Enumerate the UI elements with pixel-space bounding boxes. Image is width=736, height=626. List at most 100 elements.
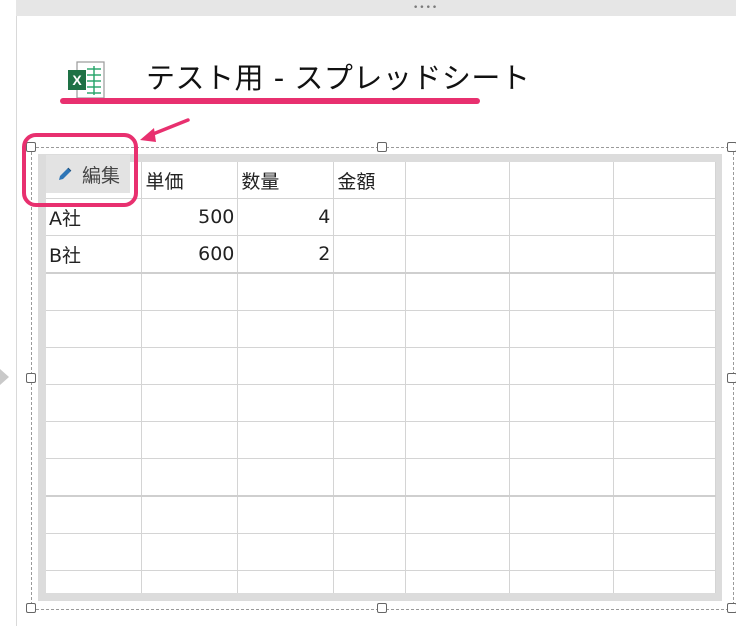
- table-cell[interactable]: [613, 496, 716, 534]
- table-cell[interactable]: [237, 421, 335, 459]
- table-cell[interactable]: [613, 198, 716, 236]
- table-cell[interactable]: [613, 421, 716, 459]
- table-cell[interactable]: [237, 273, 335, 311]
- table-cell[interactable]: [46, 496, 143, 534]
- table-cell[interactable]: [509, 310, 615, 348]
- table-cell[interactable]: [141, 496, 239, 534]
- table-cell[interactable]: [509, 273, 615, 311]
- table-cell[interactable]: 金額: [333, 162, 407, 199]
- table-cell[interactable]: [46, 533, 143, 571]
- table-cell[interactable]: [509, 458, 615, 497]
- table-cell[interactable]: [509, 198, 615, 236]
- table-cell[interactable]: 単価: [141, 162, 239, 199]
- table-cell[interactable]: [141, 533, 239, 571]
- table-cell[interactable]: [333, 421, 407, 459]
- table-cell[interactable]: [141, 570, 239, 593]
- table-cell[interactable]: [46, 384, 143, 422]
- table-cell[interactable]: [141, 273, 239, 311]
- table-cell[interactable]: [46, 310, 143, 348]
- side-expand-arrow-icon[interactable]: [0, 369, 9, 385]
- edit-button-highlight: [22, 133, 138, 207]
- table-row: [46, 347, 716, 385]
- title-highlight-underline: [60, 98, 480, 104]
- table-cell[interactable]: [141, 310, 239, 348]
- table-cell[interactable]: [613, 347, 716, 385]
- table-cell[interactable]: 500: [141, 198, 239, 236]
- table-cell[interactable]: [405, 570, 511, 593]
- table-cell[interactable]: [46, 347, 143, 385]
- table-cell[interactable]: [333, 384, 407, 422]
- table-cell[interactable]: [333, 347, 407, 385]
- table-cell[interactable]: [405, 533, 511, 571]
- table-cell[interactable]: B社: [46, 235, 143, 274]
- table-row: B社 600 2: [46, 235, 716, 274]
- table-cell[interactable]: 600: [141, 235, 239, 274]
- table-row: [46, 421, 716, 459]
- table-cell[interactable]: [333, 198, 407, 236]
- table-cell[interactable]: [405, 162, 511, 199]
- resize-handle-middle-right[interactable]: [727, 373, 736, 383]
- top-drag-bar[interactable]: ••••: [16, 0, 736, 16]
- resize-handle-middle-left[interactable]: [26, 373, 36, 383]
- table-cell[interactable]: [333, 533, 407, 571]
- table-cell[interactable]: [613, 235, 716, 274]
- table-cell[interactable]: [237, 533, 335, 571]
- table-cell[interactable]: [509, 533, 615, 571]
- table-cell[interactable]: [405, 235, 511, 274]
- table-cell[interactable]: [613, 310, 716, 348]
- table-cell[interactable]: [405, 310, 511, 348]
- table-cell[interactable]: [509, 235, 615, 274]
- resize-handle-bottom-left[interactable]: [26, 603, 36, 613]
- resize-handle-top-center[interactable]: [377, 142, 387, 152]
- table-cell[interactable]: [509, 347, 615, 385]
- table-cell[interactable]: [333, 496, 407, 534]
- table-cell[interactable]: [46, 273, 143, 311]
- resize-handle-bottom-right[interactable]: [727, 603, 736, 613]
- table-cell[interactable]: [405, 421, 511, 459]
- table-cell[interactable]: [405, 496, 511, 534]
- table-cell[interactable]: [509, 570, 615, 593]
- table-cell[interactable]: [509, 162, 615, 199]
- table-cell[interactable]: [613, 458, 716, 497]
- table-cell[interactable]: [333, 310, 407, 348]
- table-cell[interactable]: [509, 496, 615, 534]
- table-cell[interactable]: [613, 570, 716, 593]
- table-cell[interactable]: [333, 273, 407, 311]
- table-cell[interactable]: [237, 384, 335, 422]
- table-cell[interactable]: [405, 384, 511, 422]
- table-cell[interactable]: [141, 458, 239, 497]
- table-cell[interactable]: 2: [237, 235, 335, 274]
- table-cell[interactable]: [333, 570, 407, 593]
- spreadsheet-embed[interactable]: 単価 数量 金額 A社 500 4 B社 600 2: [38, 154, 722, 601]
- table-cell[interactable]: [613, 273, 716, 311]
- table-cell[interactable]: 4: [237, 198, 335, 236]
- table-cell[interactable]: [46, 458, 143, 497]
- table-cell[interactable]: [405, 273, 511, 311]
- table-cell[interactable]: [237, 458, 335, 497]
- table-cell[interactable]: [237, 496, 335, 534]
- table-cell[interactable]: [333, 458, 407, 497]
- resize-handle-top-right[interactable]: [727, 142, 736, 152]
- resize-handle-bottom-center[interactable]: [377, 603, 387, 613]
- table-cell[interactable]: [141, 421, 239, 459]
- table-cell[interactable]: [613, 533, 716, 571]
- table-cell[interactable]: [237, 347, 335, 385]
- table-cell[interactable]: [509, 421, 615, 459]
- table-cell[interactable]: [237, 570, 335, 593]
- table-cell[interactable]: [613, 384, 716, 422]
- table-cell[interactable]: [509, 384, 615, 422]
- table-cell[interactable]: [405, 198, 511, 236]
- table-cell[interactable]: [613, 162, 716, 199]
- spreadsheet-grid[interactable]: 単価 数量 金額 A社 500 4 B社 600 2: [46, 162, 716, 593]
- table-cell[interactable]: [237, 310, 335, 348]
- table-cell[interactable]: [405, 458, 511, 497]
- table-cell[interactable]: 数量: [237, 162, 335, 199]
- table-row: [46, 310, 716, 348]
- table-cell[interactable]: [405, 347, 511, 385]
- table-cell[interactable]: [46, 421, 143, 459]
- table-cell[interactable]: [141, 347, 239, 385]
- table-cell[interactable]: [46, 570, 143, 593]
- table-cell[interactable]: [333, 235, 407, 274]
- drag-handle-icon[interactable]: ••••: [413, 4, 438, 13]
- table-cell[interactable]: [141, 384, 239, 422]
